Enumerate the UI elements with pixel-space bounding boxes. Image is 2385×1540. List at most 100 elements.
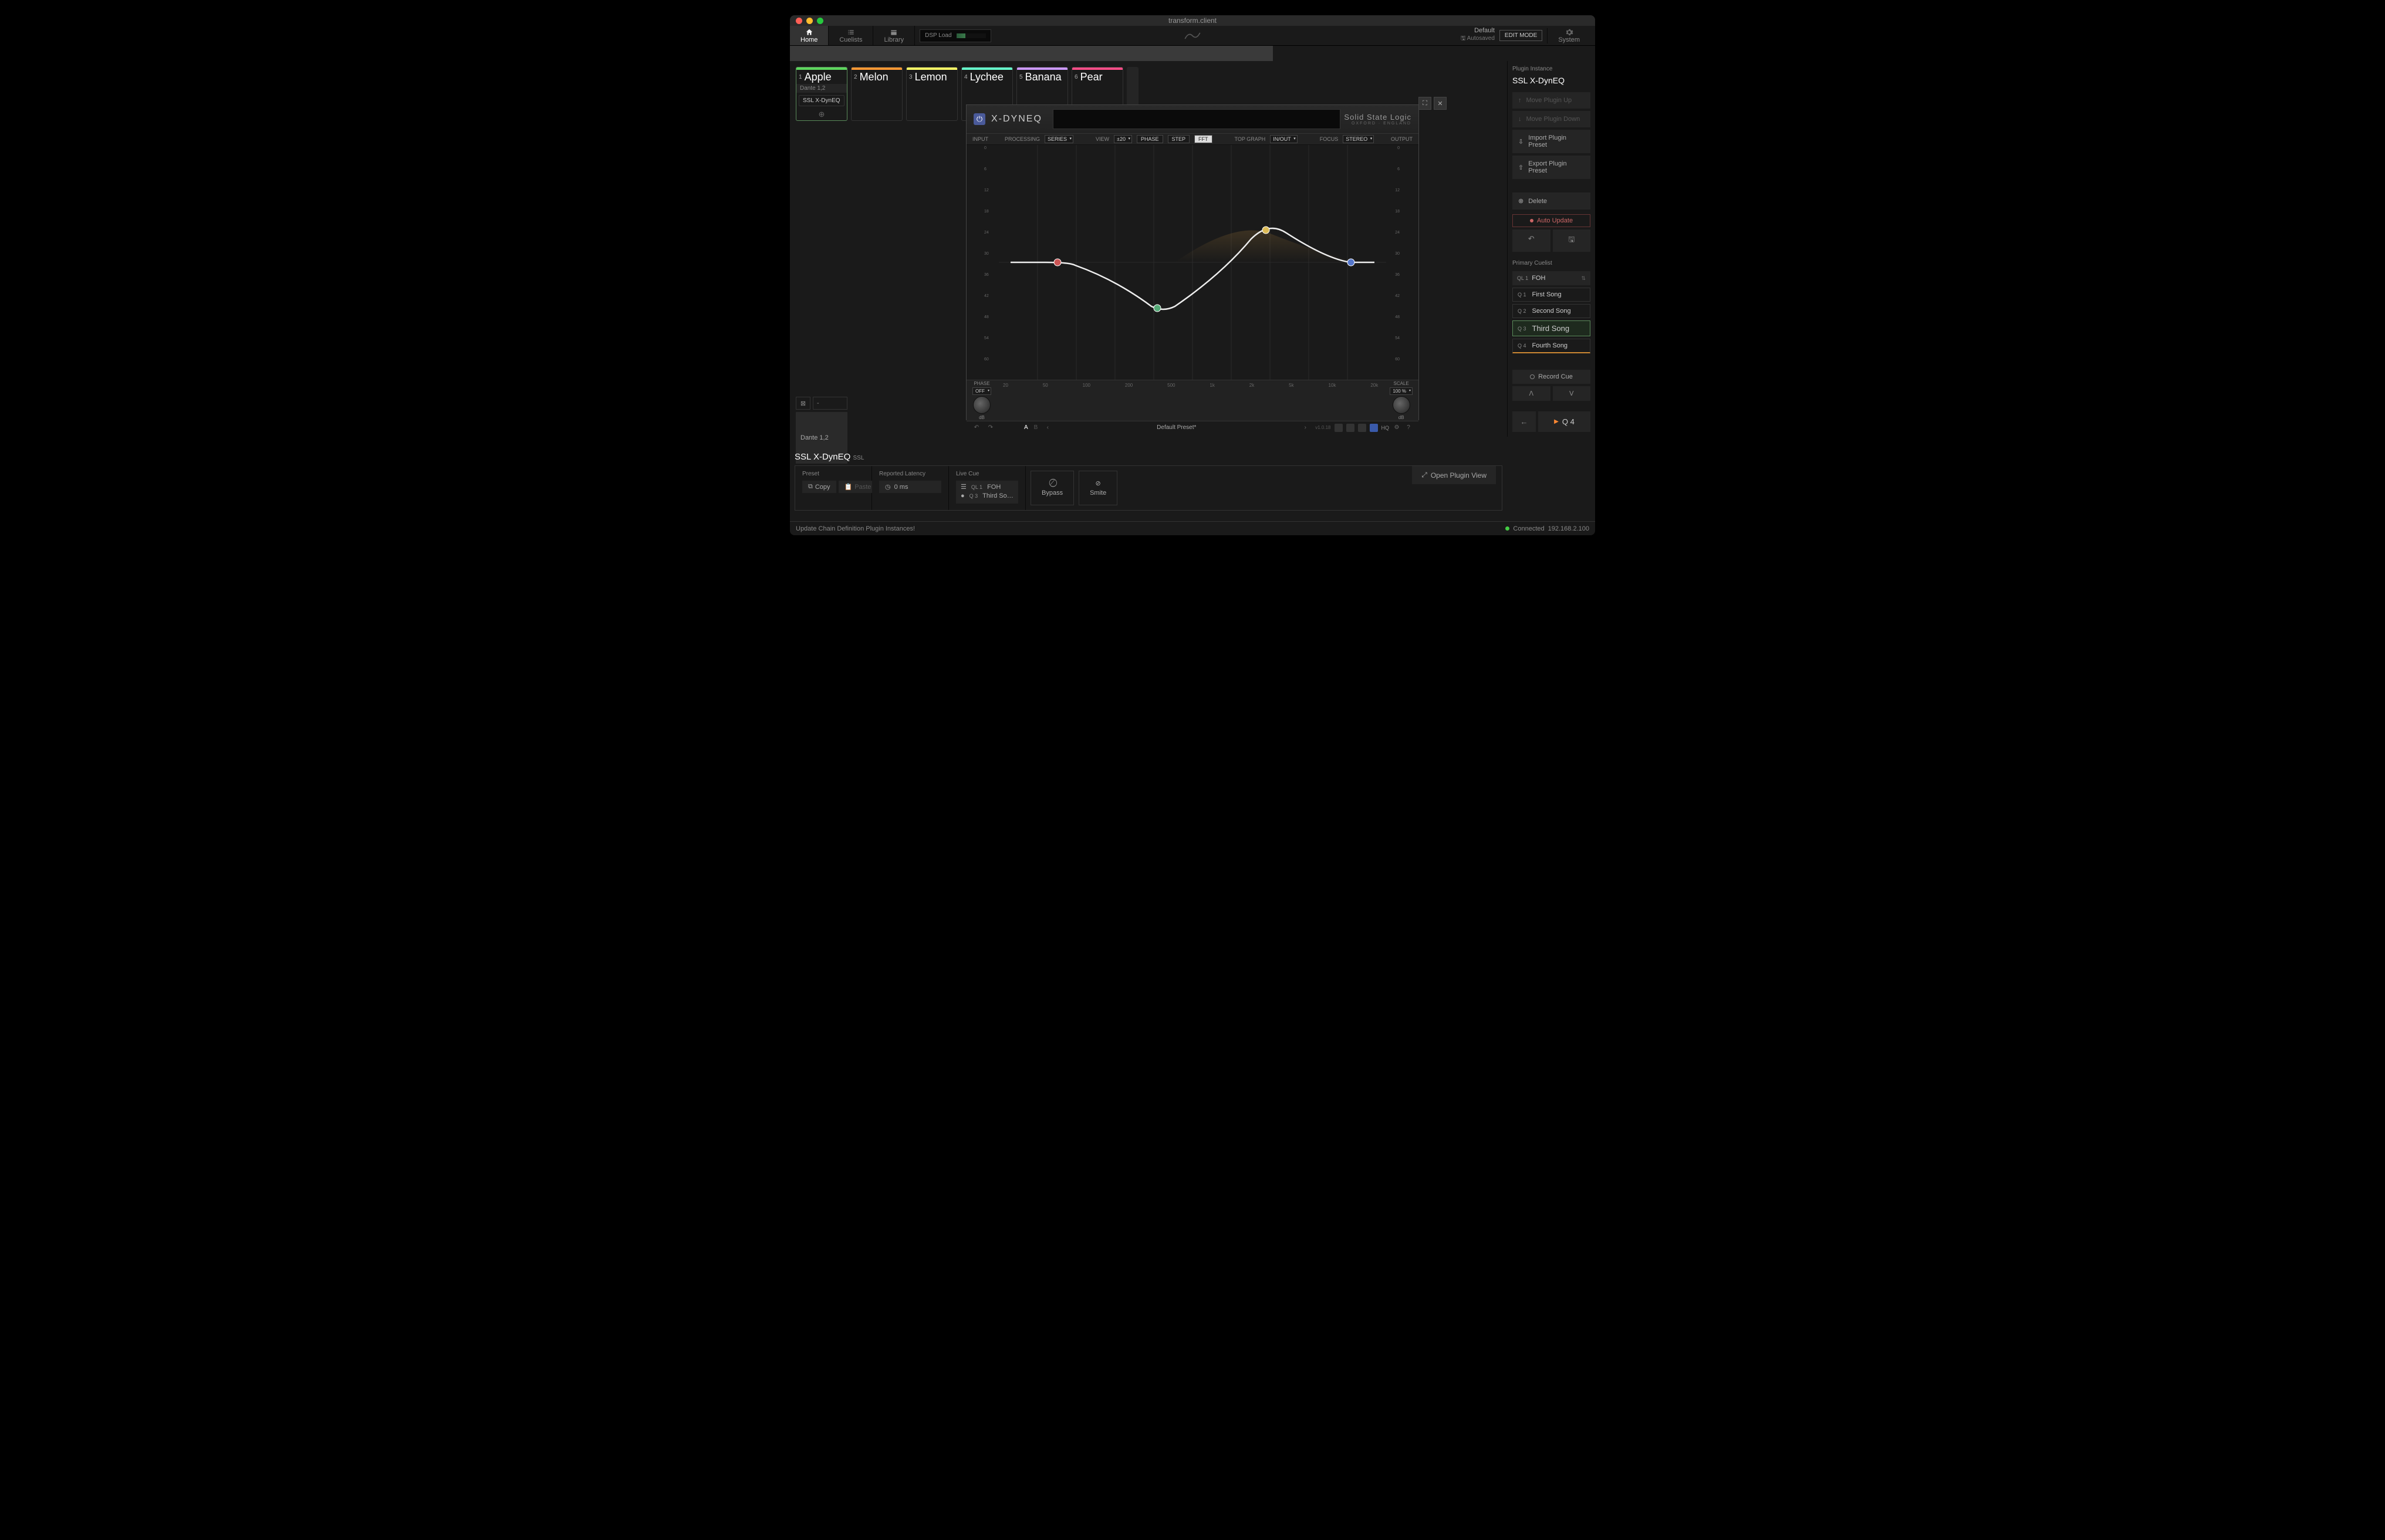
close-icon: ✕ xyxy=(1437,100,1443,107)
cue-item-1[interactable]: Q 1First Song xyxy=(1512,288,1590,302)
footer-btn-4[interactable] xyxy=(1370,424,1378,432)
chevron-up-icon: ᐱ xyxy=(1529,390,1533,397)
channel-delete[interactable]: ⊠ xyxy=(796,397,810,410)
import-preset[interactable]: ⇩Import Plugin Preset xyxy=(1512,130,1590,153)
cue-prev[interactable]: ᐱ xyxy=(1512,386,1550,401)
hq-button[interactable]: HQ xyxy=(1381,425,1390,431)
titlebar: transform.client xyxy=(790,15,1595,26)
help-icon[interactable]: ? xyxy=(1404,424,1413,432)
footer-btn-3[interactable] xyxy=(1358,424,1366,432)
plugin-slot[interactable]: SSL X-DynEQ xyxy=(799,95,844,106)
import-icon: ⇩ xyxy=(1518,138,1523,146)
clock-icon: ◷ xyxy=(885,483,891,491)
gear-icon xyxy=(1565,28,1573,36)
eq-graph[interactable] xyxy=(996,145,1389,380)
tab-cuelists[interactable]: Cuelists xyxy=(829,26,873,45)
go-back-button[interactable]: ← xyxy=(1512,411,1536,432)
processing-select[interactable]: SERIES xyxy=(1045,135,1073,143)
bypass-toggle[interactable]: ⟋⃝Bypass xyxy=(1031,471,1074,505)
topgraph-select[interactable]: IN/OUT xyxy=(1270,135,1298,143)
undo-icon[interactable]: ↶ xyxy=(972,424,981,432)
delete-plugin[interactable]: ⊗Delete xyxy=(1512,192,1590,210)
cuelist-select[interactable]: QL 1FOH xyxy=(1512,271,1590,285)
arrow-down-icon: ↓ xyxy=(1518,116,1522,123)
showfile-info: Default 🖫 Autosaved xyxy=(1461,27,1495,44)
plugin-window: ⛶ ✕ ⏻ X-DYNEQ Solid State Logic OXFORD ·… xyxy=(966,104,1419,420)
overview-strip[interactable] xyxy=(790,46,1595,61)
footer-btn-2[interactable] xyxy=(1346,424,1354,432)
open-plugin-view[interactable]: ⤢Open Plugin View xyxy=(1412,466,1496,484)
window-minimize[interactable] xyxy=(806,18,813,24)
input-meter xyxy=(967,145,984,380)
app-logo xyxy=(1183,29,1202,44)
channel-1[interactable]: 1Apple Dante 1,2 SSL X-DynEQ ⊕ xyxy=(796,67,847,121)
copy-button[interactable]: ⧉Copy xyxy=(802,481,836,493)
save-icon: 🖫 xyxy=(1568,235,1575,244)
list-icon: ☰ xyxy=(961,483,967,491)
auto-update-toggle[interactable]: Auto Update xyxy=(1512,214,1590,227)
dot-icon: ● xyxy=(961,492,965,499)
paste-button[interactable]: 📋Paste xyxy=(839,481,877,493)
edit-mode-button[interactable]: EDIT MODE xyxy=(1499,30,1542,41)
record-cue-button[interactable]: Record Cue xyxy=(1512,370,1590,384)
view-select[interactable]: ±20 xyxy=(1114,135,1132,143)
channel-2[interactable]: 2Melon xyxy=(851,67,903,121)
window-close[interactable] xyxy=(796,18,802,24)
focus-select[interactable]: STEREO xyxy=(1343,135,1374,143)
input-gain-knob[interactable] xyxy=(973,396,991,414)
scale-select[interactable]: 100 % xyxy=(1390,387,1413,395)
fft-button[interactable]: FFT xyxy=(1194,135,1212,143)
cue-next[interactable]: ᐯ xyxy=(1553,386,1591,401)
redo-icon[interactable]: ↷ xyxy=(987,424,995,432)
plugin-name: X-DYNEQ xyxy=(991,114,1042,124)
ab-b[interactable]: B xyxy=(1034,424,1038,431)
channel-group[interactable]: - xyxy=(813,397,847,410)
smite-toggle[interactable]: ⊘Smite xyxy=(1079,471,1117,505)
tab-library[interactable]: Library xyxy=(873,26,915,45)
expand-icon: ⛶ xyxy=(1423,100,1427,107)
tab-system[interactable]: System xyxy=(1547,28,1590,43)
channel-route[interactable]: Dante 1,2 xyxy=(796,84,847,93)
step-button[interactable]: STEP xyxy=(1168,135,1190,143)
expand-button[interactable]: ⛶ xyxy=(1418,97,1431,110)
preset-prev[interactable]: ‹ xyxy=(1043,424,1052,432)
footer-btn-1[interactable] xyxy=(1335,424,1343,432)
plugin-power-button[interactable]: ⏻ xyxy=(974,113,985,125)
main-toolbar: Home Cuelists Library DSP Load Default 🖫… xyxy=(790,26,1595,46)
add-plugin[interactable]: ⊕ xyxy=(796,109,847,120)
cue-item-4[interactable]: Q 4Fourth Song xyxy=(1512,339,1590,353)
close-button[interactable]: ✕ xyxy=(1434,97,1447,110)
connection-dot xyxy=(1505,526,1509,531)
library-icon xyxy=(890,28,898,36)
go-button[interactable]: Q 4 xyxy=(1538,411,1590,432)
statusbar: Update Chain Definition Plugin Instances… xyxy=(790,521,1595,535)
phase-button[interactable]: PHASE xyxy=(1137,135,1163,143)
undo-button[interactable]: ↶ xyxy=(1512,229,1550,252)
window-title: transform.client xyxy=(1168,16,1217,25)
export-icon: ⇧ xyxy=(1518,164,1523,171)
dsp-meter xyxy=(957,33,986,38)
export-preset[interactable]: ⇧Export Plugin Preset xyxy=(1512,156,1590,179)
disk-icon: 🖫 xyxy=(1461,35,1466,42)
channel-3[interactable]: 3Lemon xyxy=(906,67,958,121)
bottom-panel: SSL X-DynEQ SSL Preset ⧉Copy 📋Paste Repo… xyxy=(795,452,1502,515)
undo-icon: ↶ xyxy=(1528,234,1535,243)
save-button[interactable]: 🖫 xyxy=(1553,229,1591,252)
preset-name[interactable]: Default Preset* xyxy=(1058,424,1295,431)
cue-item-2[interactable]: Q 2Second Song xyxy=(1512,304,1590,318)
bypass-icon: ⟋⃝ xyxy=(1050,479,1055,487)
settings-icon[interactable]: ⚙ xyxy=(1393,424,1401,432)
preset-next[interactable]: › xyxy=(1301,424,1309,432)
window-maximize[interactable] xyxy=(817,18,823,24)
move-plugin-down[interactable]: ↓Move Plugin Down xyxy=(1512,111,1590,127)
delete-icon: ⊗ xyxy=(1518,197,1523,205)
plugin-lcd[interactable] xyxy=(1053,109,1340,129)
phase-select[interactable]: OFF xyxy=(972,387,991,395)
connection-status: Connected xyxy=(1513,525,1544,532)
status-message: Update Chain Definition Plugin Instances… xyxy=(796,525,915,532)
tab-home[interactable]: Home xyxy=(790,26,829,45)
move-plugin-up[interactable]: ↑Move Plugin Up xyxy=(1512,92,1590,109)
ab-a[interactable]: A xyxy=(1024,424,1028,431)
output-gain-knob[interactable] xyxy=(1393,396,1410,414)
cue-item-3[interactable]: Q 3Third Song xyxy=(1512,320,1590,336)
